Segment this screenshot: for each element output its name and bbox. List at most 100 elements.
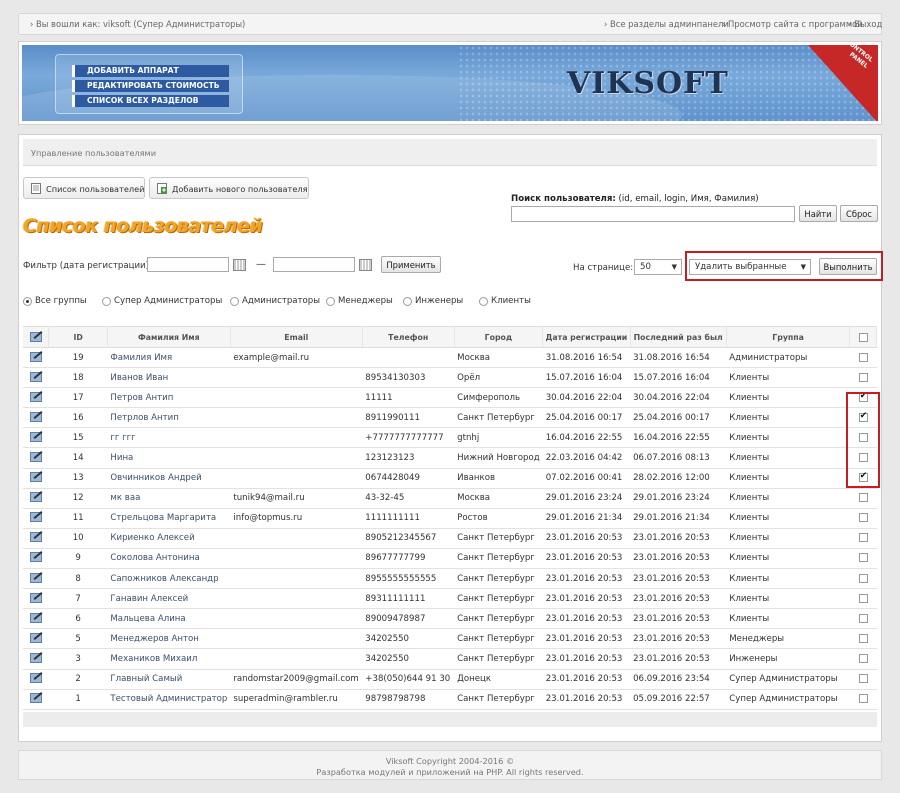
edit-icon[interactable] <box>29 411 42 422</box>
row-last-seen: 06.07.2016 08:13 <box>630 447 727 469</box>
date-range-dash: — <box>256 259 266 270</box>
edit-icon[interactable] <box>29 371 42 382</box>
apply-filter-button[interactable]: Применить <box>381 256 441 273</box>
edit-cell <box>23 347 49 369</box>
column-header[interactable]: Группа <box>726 326 851 348</box>
execute-button[interactable]: Выполнить <box>819 258 877 275</box>
row-checkbox[interactable] <box>858 694 868 704</box>
group-radio-option[interactable]: Супер Администраторы <box>102 296 222 306</box>
radio-button[interactable] <box>326 297 335 306</box>
edit-icon[interactable] <box>29 551 42 563</box>
row-name[interactable]: Тестовый Администратор <box>107 689 231 710</box>
row-name[interactable]: Петрлов Антип <box>107 407 231 429</box>
select-all-checkbox[interactable] <box>858 332 868 342</box>
row-name[interactable]: Нина <box>107 447 231 469</box>
row-checkbox[interactable] <box>858 593 868 603</box>
row-name[interactable]: Кириенко Алексей <box>107 528 231 549</box>
row-name[interactable]: Мальцева Алина <box>107 608 231 630</box>
column-header[interactable]: Телефон <box>362 326 455 348</box>
search-input[interactable] <box>511 206 795 222</box>
all-sections-link[interactable]: › Все разделы админпанели <box>604 19 729 29</box>
menu-add-device[interactable]: ДОБАВИТЬ АППАРАТ <box>72 65 229 77</box>
edit-icon[interactable] <box>29 592 42 603</box>
edit-icon[interactable] <box>29 572 42 583</box>
row-last-seen: 23.01.2016 20:53 <box>630 588 727 610</box>
edit-icon[interactable] <box>29 431 42 442</box>
row-checkbox[interactable] <box>858 613 868 623</box>
edit-icon[interactable] <box>29 531 42 543</box>
menu-edit-price[interactable]: РЕДАКТИРОВАТЬ СТОИМОСТЬ <box>72 80 229 92</box>
column-header[interactable]: Последний раз был <box>630 326 727 348</box>
row-name[interactable]: Стрельцова Маргарита <box>107 508 231 529</box>
row-checkbox[interactable] <box>858 674 868 684</box>
edit-icon[interactable] <box>29 652 42 663</box>
row-name[interactable]: мк ваа <box>107 488 231 509</box>
group-radio-option[interactable]: Администраторы <box>230 296 320 306</box>
table-row: 5 Менеджеров Антон 34202550 Санкт Петербург… <box>23 628 877 650</box>
group-radio-option[interactable]: Инженеры <box>403 296 463 306</box>
calendar-icon[interactable] <box>359 259 372 271</box>
row-name[interactable]: гг ггг <box>107 427 231 449</box>
reset-button[interactable]: Сброс <box>840 205 878 222</box>
view-site-link[interactable]: › Просмотр сайта с программой <box>722 19 863 29</box>
row-name[interactable]: Иванов Иван <box>107 367 231 389</box>
tab-user-list[interactable]: Список пользователей <box>23 177 145 199</box>
row-email <box>230 528 363 549</box>
row-name[interactable]: Механиков Михаил <box>107 648 231 670</box>
edit-icon[interactable] <box>29 511 42 523</box>
edit-icon[interactable] <box>29 672 42 684</box>
edit-icon[interactable] <box>29 471 42 483</box>
date-from-input[interactable] <box>147 257 229 272</box>
table-row: 13 Овчинников Андрей 0674428049 Иванков 07.0… <box>23 468 877 489</box>
radio-label: Клиенты <box>491 296 531 306</box>
row-checkbox[interactable] <box>858 533 868 543</box>
row-checkbox[interactable] <box>858 352 868 362</box>
radio-button[interactable] <box>23 297 32 306</box>
edit-icon[interactable] <box>29 612 42 623</box>
group-radio-option[interactable]: Клиенты <box>479 296 531 306</box>
menu-all-sections[interactable]: СПИСОК ВСЕХ РАЗДЕЛОВ <box>72 95 229 107</box>
row-name[interactable]: Менеджеров Антон <box>107 628 231 650</box>
row-checkbox[interactable] <box>858 372 868 382</box>
row-name[interactable]: Ганавин Алексей <box>107 588 231 610</box>
column-header[interactable]: Фамилия Имя <box>107 326 231 348</box>
row-checkbox[interactable] <box>858 493 868 503</box>
radio-button[interactable] <box>102 297 111 306</box>
row-name[interactable]: Главный Самый <box>107 669 231 690</box>
group-radio-option[interactable]: Менеджеры <box>326 296 393 306</box>
find-button[interactable]: Найти <box>799 205 837 222</box>
row-name[interactable]: Соколова Антонина <box>107 548 231 570</box>
row-name[interactable]: Фамилия Имя <box>107 347 231 369</box>
row-name[interactable]: Петров Антип <box>107 387 231 409</box>
group-radio-option[interactable]: Все группы <box>23 296 87 306</box>
row-checkbox[interactable] <box>858 633 868 643</box>
row-name[interactable]: Овчинников Андрей <box>107 468 231 489</box>
column-header[interactable]: ID <box>48 326 108 348</box>
row-group: Клиенты <box>726 488 850 509</box>
edit-icon[interactable] <box>29 491 42 503</box>
tab-add-user[interactable]: Добавить нового пользователя <box>149 177 309 199</box>
per-page-select[interactable]: 50 ▼ <box>634 259 682 275</box>
row-email <box>230 447 363 469</box>
radio-button[interactable] <box>403 297 412 306</box>
column-header[interactable]: Дата регистрации <box>542 326 631 348</box>
row-name[interactable]: Сапожников Александр <box>107 568 231 590</box>
column-header[interactable]: Email <box>230 326 363 348</box>
row-checkbox[interactable] <box>858 553 868 563</box>
row-checkbox[interactable] <box>858 573 868 583</box>
date-to-input[interactable] <box>273 257 355 272</box>
bulk-action-select[interactable]: Удалить выбранные ▼ <box>689 259 811 275</box>
edit-icon[interactable] <box>29 692 42 704</box>
edit-icon[interactable] <box>29 391 42 402</box>
radio-button[interactable] <box>479 297 488 306</box>
edit-icon[interactable] <box>29 632 42 643</box>
row-checkbox[interactable] <box>858 513 868 523</box>
edit-icon[interactable] <box>29 351 42 362</box>
radio-label: Администраторы <box>242 296 321 306</box>
column-header[interactable]: Город <box>454 326 544 348</box>
edit-icon[interactable] <box>29 451 42 463</box>
calendar-icon[interactable] <box>233 259 246 271</box>
logout-link[interactable]: › Выход <box>848 19 882 29</box>
radio-button[interactable] <box>230 297 239 306</box>
row-checkbox[interactable] <box>858 653 868 663</box>
